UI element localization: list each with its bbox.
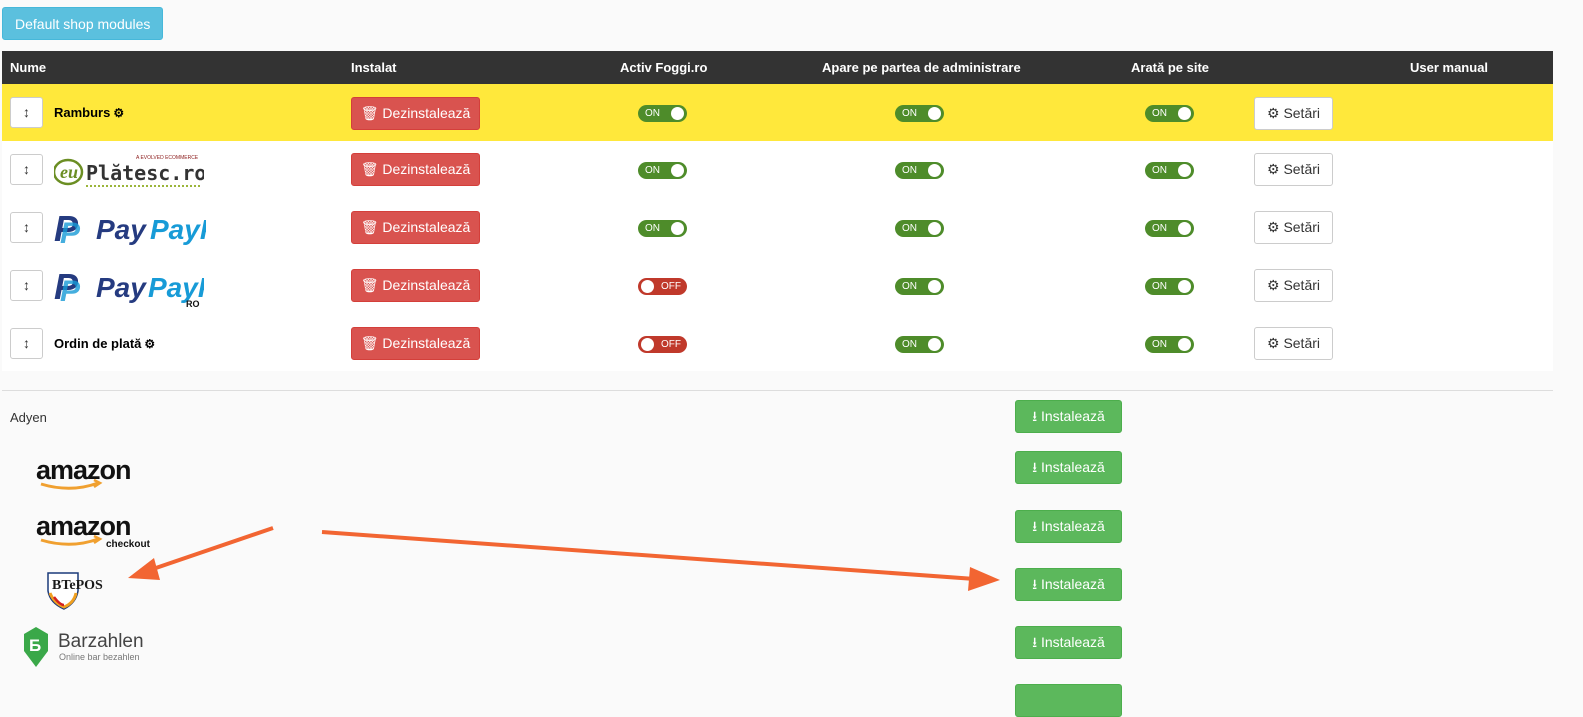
annotation-arrow-left <box>149 526 274 572</box>
annotation-arrows <box>128 526 1000 591</box>
annotation-arrow-right <box>321 530 976 581</box>
